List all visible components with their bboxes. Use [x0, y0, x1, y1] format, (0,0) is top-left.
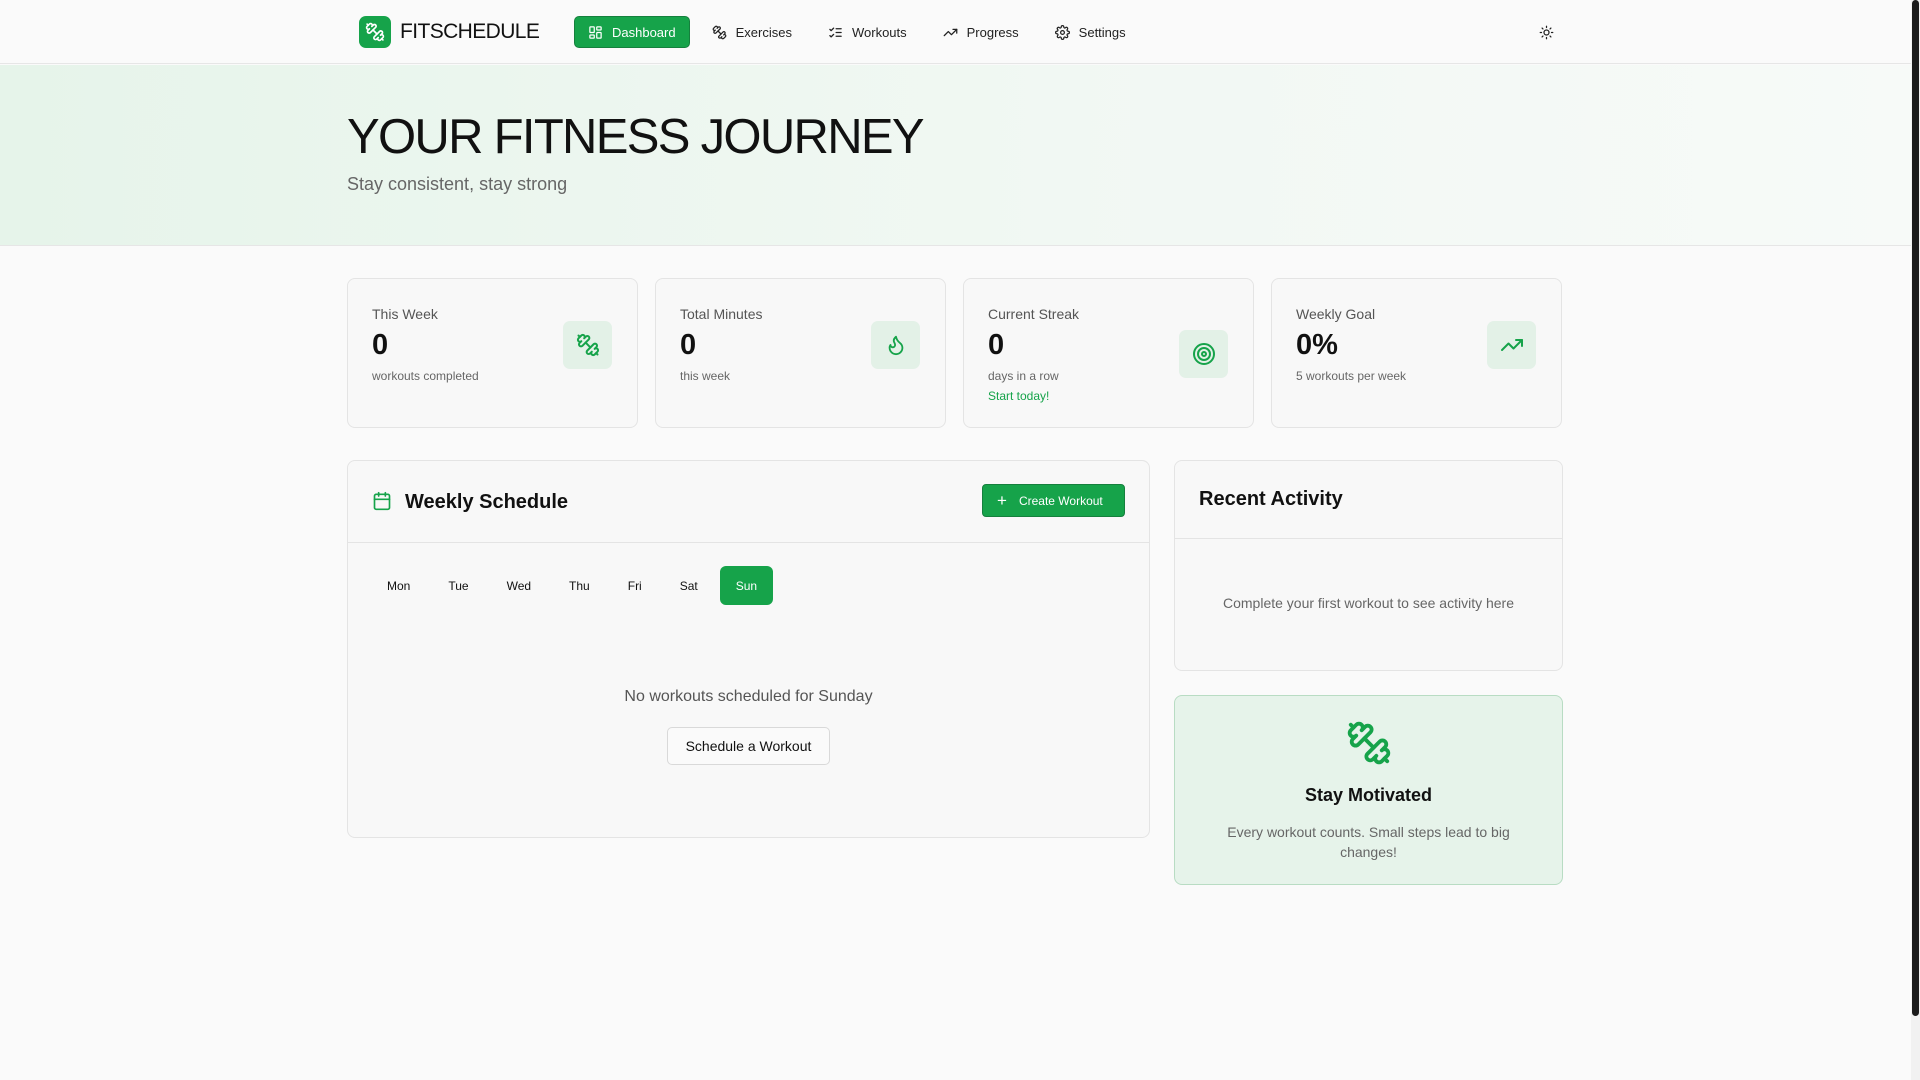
target-icon	[1179, 330, 1228, 378]
create-workout-label: Create Workout	[1018, 493, 1103, 508]
plus-icon: +	[997, 491, 1007, 510]
recent-activity-empty-text: Complete your first workout to see activ…	[1222, 595, 1514, 611]
stat-card-total-minutes: Total Minutes 0 this week	[655, 278, 946, 428]
stat-card-this-week: This Week 0 workouts completed	[347, 278, 638, 428]
stat-value: 0	[372, 329, 389, 361]
nav-progress[interactable]: Progress	[929, 16, 1033, 48]
motivation-text: Every workout counts. Small steps lead t…	[1227, 824, 1510, 860]
streak-hint: Start today!	[988, 389, 1050, 403]
stat-value: 0%	[1296, 329, 1338, 361]
dashboard-icon	[589, 25, 602, 39]
day-tab-wed[interactable]: Wed	[491, 566, 547, 605]
nav-dashboard-label: Dashboard	[612, 24, 676, 40]
stat-label: Total Minutes	[680, 306, 763, 322]
day-tab-mon[interactable]: Mon	[371, 566, 426, 605]
calendar-icon	[373, 491, 391, 511]
day-tab-fri[interactable]: Fri	[612, 566, 658, 605]
brand[interactable]: FITSCHEDULE	[359, 16, 540, 48]
nav-workouts-label: Workouts	[851, 24, 907, 40]
create-workout-button[interactable]: + Create Workout	[982, 484, 1125, 517]
recent-activity-header: Recent Activity	[1175, 461, 1562, 539]
day-tab-sun[interactable]: Sun	[719, 566, 774, 605]
stat-label: Current Streak	[988, 306, 1080, 322]
stat-label: Weekly Goal	[1296, 306, 1376, 322]
schedule-title: Weekly Schedule	[405, 491, 569, 513]
dumbbell-icon	[563, 321, 612, 369]
trending-up-icon	[943, 28, 958, 36]
dumbbell-icon	[359, 16, 391, 48]
sun-icon	[1539, 25, 1553, 39]
brand-name: FITSCHEDULE	[400, 20, 540, 43]
nav-exercises[interactable]: Exercises	[698, 16, 806, 48]
page-title: YOUR FITNESS JOURNEY	[347, 110, 925, 164]
page-subtitle: Stay consistent, stay strong	[347, 174, 568, 194]
stat-value: 0	[680, 329, 697, 361]
main-nav: Dashboard Exercises Workouts Progress Se…	[574, 16, 1140, 48]
day-tabs: Mon Tue Wed Thu Fri Sat Sun	[371, 566, 774, 605]
theme-toggle-button[interactable]	[1536, 20, 1556, 44]
recent-activity-panel: Recent Activity Complete your first work…	[1174, 460, 1563, 671]
flame-icon	[871, 321, 920, 369]
top-navbar: FITSCHEDULE Dashboard Exercises Workouts…	[0, 0, 1911, 64]
nav-workouts[interactable]: Workouts	[814, 16, 921, 48]
gear-icon	[1054, 24, 1070, 40]
stat-value: 0	[988, 329, 1005, 361]
stat-note: workouts completed	[372, 369, 479, 383]
motivation-card: Stay Motivated Every workout counts. Sma…	[1174, 695, 1563, 885]
day-tab-tue[interactable]: Tue	[432, 566, 484, 605]
stat-note: days in a row	[988, 369, 1059, 383]
nav-settings-label: Settings	[1078, 24, 1126, 40]
stat-card-weekly-goal: Weekly Goal 0% 5 workouts per week	[1271, 278, 1562, 428]
schedule-workout-button[interactable]: Schedule a Workout	[667, 727, 830, 765]
dumbbell-icon	[1347, 721, 1391, 765]
day-tab-thu[interactable]: Thu	[553, 566, 606, 605]
weekly-schedule-panel: Weekly Schedule + Create Workout Mon Tue…	[347, 460, 1150, 838]
stat-note: 5 workouts per week	[1296, 369, 1407, 383]
nav-dashboard[interactable]: Dashboard	[574, 16, 690, 48]
recent-activity-title: Recent Activity	[1199, 488, 1343, 510]
nav-progress-label: Progress	[966, 24, 1019, 40]
stat-note: this week	[680, 369, 731, 383]
nav-settings[interactable]: Settings	[1041, 16, 1140, 48]
trending-up-icon	[1487, 321, 1536, 369]
nav-exercises-label: Exercises	[735, 24, 792, 40]
hero-banner: YOUR FITNESS JOURNEY Stay consistent, st…	[0, 65, 1911, 246]
stat-card-current-streak: Current Streak 0 days in a row Start tod…	[963, 278, 1254, 428]
stat-label: This Week	[372, 306, 438, 322]
dumbbell-icon	[712, 25, 727, 39]
list-checks-icon	[829, 27, 842, 37]
schedule-header: Weekly Schedule + Create Workout	[348, 461, 1149, 543]
motivation-title: Stay Motivated	[1304, 785, 1433, 805]
schedule-empty-text: No workouts scheduled for Sunday	[624, 688, 873, 705]
day-tab-sat[interactable]: Sat	[664, 566, 714, 605]
scrollbar-thumb[interactable]	[1912, 0, 1919, 1016]
